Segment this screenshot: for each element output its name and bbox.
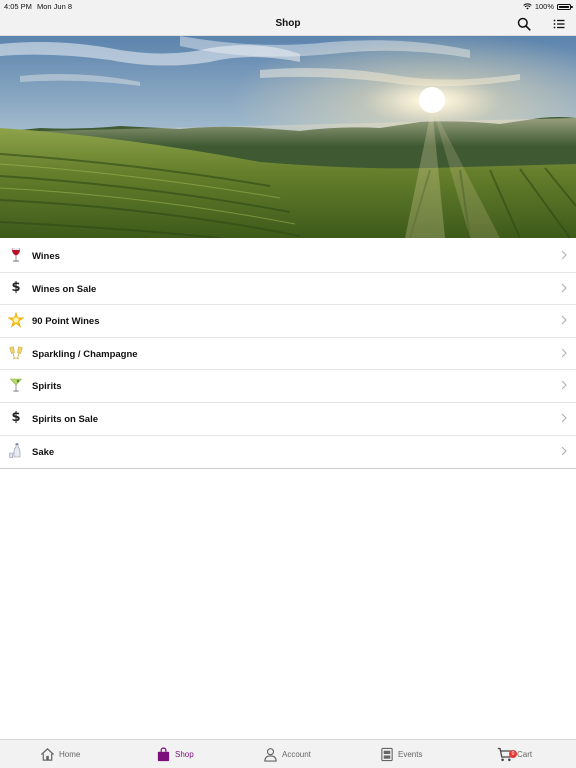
category-label: 90 Point Wines (32, 316, 100, 328)
tab-account[interactable]: Account (263, 740, 311, 768)
category-row-spirits[interactable]: Spirits (0, 370, 576, 403)
dollar-sign-icon: $ (11, 409, 21, 425)
tab-shop[interactable]: Shop (156, 740, 194, 768)
category-label: Spirits on Sale (32, 413, 98, 425)
chevron-right-icon (561, 348, 567, 358)
chevron-right-icon (561, 283, 567, 293)
category-row-90-point-wines[interactable]: 90 Point Wines (0, 305, 576, 338)
category-row-wines-on-sale[interactable]: $ Wines on Sale (0, 272, 576, 306)
chevron-right-icon (561, 315, 567, 325)
status-bar: 4:05 PM Mon Jun 8 100% (0, 0, 576, 12)
chevron-right-icon (561, 380, 567, 390)
nav-header: Shop (0, 12, 576, 36)
tab-label: Cart (517, 749, 533, 759)
bottom-tab-bar: Home Shop Account Events 0 Cart (0, 739, 576, 768)
tab-events[interactable]: Events (380, 740, 422, 768)
list-menu-button[interactable] (552, 17, 566, 31)
tab-label: Home (59, 749, 81, 759)
category-label: Sake (32, 446, 55, 458)
chevron-right-icon (561, 413, 567, 423)
category-list: Wines $ Wines on Sale 90 Point Wines Spa… (0, 240, 576, 470)
cart-icon-wrapper: 0 (497, 747, 517, 762)
search-button[interactable] (517, 17, 531, 31)
star-icon (8, 312, 24, 329)
category-row-sparkling-champagne[interactable]: Sparkling / Champagne (0, 337, 576, 371)
page-title: Shop (275, 18, 301, 29)
hero-banner-image (0, 36, 576, 238)
category-label: Wines (32, 251, 60, 262)
shopping-bag-icon (157, 747, 170, 761)
cocktail-icon (8, 377, 24, 393)
home-icon (40, 747, 55, 761)
tab-home[interactable]: Home (40, 740, 80, 768)
search-icon (517, 17, 531, 31)
status-indicators: 100% (523, 2, 573, 11)
status-time: 4:05 PM (4, 2, 32, 11)
battery-icon (557, 3, 573, 10)
status-date: Mon Jun 8 (37, 2, 73, 11)
category-label: Spirits (32, 381, 62, 393)
tab-label: Account (282, 749, 311, 759)
battery-percent: 100% (534, 2, 554, 11)
sake-bottle-icon (8, 442, 24, 459)
cart-count-badge: 0 (509, 749, 517, 758)
tab-label: Events (398, 749, 423, 759)
tab-label: Shop (175, 749, 194, 759)
list-icon (553, 19, 565, 29)
wine-glass-icon (8, 247, 24, 263)
person-icon (264, 747, 277, 762)
dollar-sign-icon: $ (11, 279, 21, 295)
tab-cart[interactable]: 0 Cart (497, 740, 532, 768)
champagne-glasses-icon (8, 345, 24, 361)
chevron-right-icon (561, 446, 567, 455)
category-label: Wines on Sale (32, 283, 97, 295)
calendar-icon (381, 747, 393, 761)
category-row-wines[interactable]: Wines (0, 240, 576, 273)
wifi-icon (523, 3, 532, 10)
category-label: Sparkling / Champagne (32, 348, 138, 360)
chevron-right-icon (561, 250, 567, 260)
category-row-spirits-on-sale[interactable]: $ Spirits on Sale (0, 402, 576, 436)
category-row-sake[interactable]: Sake (0, 435, 576, 469)
